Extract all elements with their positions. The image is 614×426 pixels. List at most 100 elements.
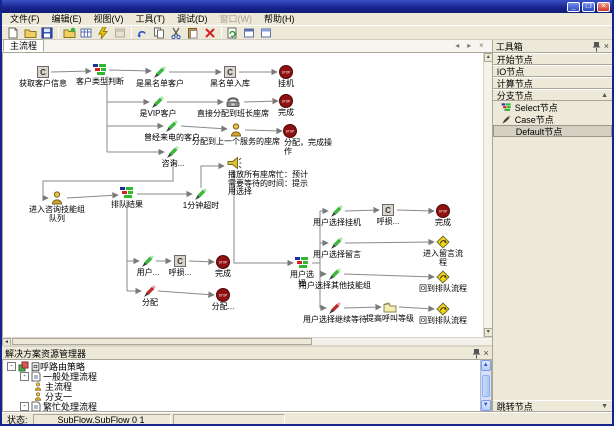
tab-main-flow[interactable]: 主流程 <box>3 39 44 52</box>
toolbar-separator <box>131 27 132 38</box>
flow-node-pencil[interactable] <box>165 144 181 160</box>
canvas-horizontal-scrollbar[interactable]: ◄ <box>2 337 492 345</box>
flow-node-pencil[interactable] <box>140 253 156 269</box>
panel-close-icon[interactable]: × <box>484 349 489 358</box>
flow-node-label: 用户选择继续等待 <box>300 316 370 325</box>
cut-icon[interactable] <box>168 26 184 39</box>
toolbox-category[interactable]: 分支节点▲ <box>493 89 612 101</box>
tree-expander-icon[interactable]: - <box>20 402 29 411</box>
scroll-down-icon[interactable]: ▼ <box>484 328 492 337</box>
menu-item[interactable]: 帮助(H) <box>258 13 301 25</box>
flow-node-pencil[interactable] <box>152 64 168 80</box>
flow-node-pencil[interactable] <box>193 186 209 202</box>
canvas-vertical-scrollbar[interactable]: ▲ ▼ <box>483 53 492 337</box>
window-1-icon[interactable] <box>241 26 257 39</box>
window-disabled-icon[interactable] <box>112 26 128 39</box>
flow-node-label: 呼损... <box>370 218 406 227</box>
toolbox-category[interactable]: IO节点 <box>493 65 612 77</box>
flow-node-pencil[interactable] <box>164 118 180 134</box>
menu-item[interactable]: 视图(V) <box>88 13 130 25</box>
copy-icon[interactable] <box>151 26 167 39</box>
menu-item[interactable]: 工具(T) <box>130 13 172 25</box>
refresh-icon[interactable] <box>224 26 240 39</box>
toolbox-item-select-[interactable]: Select节点 <box>493 101 612 113</box>
scroll-up-icon[interactable]: ▲ <box>601 92 608 99</box>
scroll-down-icon[interactable]: ▼ <box>481 400 491 411</box>
minimize-button[interactable]: _ <box>567 2 580 12</box>
flow-node-stop[interactable]: STOP <box>215 254 231 270</box>
tree-item[interactable]: -一般处理流程 <box>3 371 480 381</box>
maximize-button[interactable]: ❐ <box>582 2 595 12</box>
flow-node-pencil[interactable] <box>150 94 166 110</box>
title-bar[interactable]: _ ❐ ✕ <box>2 0 612 13</box>
save-icon[interactable] <box>39 26 55 39</box>
pin-icon[interactable] <box>472 348 481 359</box>
menu-item[interactable]: 调试(D) <box>171 13 214 25</box>
flow-node-pencil-red[interactable] <box>327 300 343 316</box>
tree-expander-icon[interactable]: - <box>7 362 16 371</box>
flow-node-stop[interactable]: STOP <box>278 64 294 80</box>
flow-node-pencil-red[interactable] <box>142 283 158 299</box>
add-flow-icon[interactable] <box>61 26 77 39</box>
flow-node-jump[interactable] <box>435 234 451 250</box>
close-button[interactable]: ✕ <box>597 2 610 12</box>
tree-vertical-scrollbar[interactable]: ▲ ▼ <box>480 360 491 411</box>
toolbox-category[interactable]: 开始节点 <box>493 53 612 65</box>
tab-scroll-left-icon[interactable]: ◂ <box>453 41 462 51</box>
flow-node-stop[interactable]: STOP <box>435 203 451 219</box>
flow-node-cbox[interactable]: C <box>222 64 238 80</box>
undo-icon[interactable] <box>134 26 150 39</box>
toolbox-title: 工具箱 <box>496 40 592 53</box>
run-icon[interactable] <box>95 26 111 39</box>
delete-icon[interactable] <box>202 26 218 39</box>
flow-node-pencil[interactable] <box>329 203 345 219</box>
flow-node-agent[interactable] <box>225 94 241 110</box>
tree-expander-icon[interactable]: - <box>20 372 29 381</box>
menu-bar: 文件(F)编辑(E)视图(V)工具(T)调试(D)窗口(W)帮助(H) <box>2 13 612 26</box>
toolbox-category-label: 跳转节点 <box>497 400 533 413</box>
grid-icon[interactable] <box>78 26 94 39</box>
menu-item[interactable]: 文件(F) <box>4 13 46 25</box>
flow-node-pencil[interactable] <box>327 266 343 282</box>
panel-close-icon[interactable]: × <box>604 42 609 51</box>
paste-icon[interactable] <box>185 26 201 39</box>
toolbox-category[interactable]: 计算节点 <box>493 77 612 89</box>
flow-node-cbox[interactable]: C <box>35 64 51 80</box>
menu-item[interactable]: 编辑(E) <box>46 13 88 25</box>
flow-node-select[interactable] <box>119 185 135 201</box>
new-icon[interactable] <box>5 26 21 39</box>
flow-node-select[interactable] <box>92 62 108 78</box>
flow-node-stop[interactable]: STOP <box>282 123 298 139</box>
flow-node-stop[interactable]: STOP <box>215 287 231 303</box>
flow-node-stop[interactable]: STOP <box>278 93 294 109</box>
flow-node-pencil[interactable] <box>329 235 345 251</box>
flow-node-jump[interactable] <box>435 269 451 285</box>
flow-node-speaker[interactable] <box>226 155 242 171</box>
flow-node-person[interactable] <box>228 122 244 138</box>
scroll-down-icon[interactable]: ▼ <box>601 403 608 410</box>
window-2-icon[interactable] <box>258 26 274 39</box>
toolbox-item-default-[interactable]: Default节点 <box>493 125 612 137</box>
tab-close-icon[interactable]: × <box>477 41 486 51</box>
tree-item[interactable]: 主流程 <box>3 381 480 391</box>
pin-icon[interactable] <box>592 41 601 52</box>
flow-node-folder[interactable] <box>382 299 398 315</box>
scroll-up-icon[interactable]: ▲ <box>481 360 491 371</box>
flow-node-cbox[interactable]: C <box>172 253 188 269</box>
svg-text:STOP: STOP <box>282 100 291 104</box>
open-icon[interactable] <box>22 26 38 39</box>
flow-node-jump[interactable] <box>435 301 451 317</box>
flow-canvas[interactable]: C获取客户信息客户类型判断是黑名单客户C黑名单入库STOP挂机是VIP客户直接分… <box>2 53 492 337</box>
scroll-up-icon[interactable]: ▲ <box>484 53 492 62</box>
flow-node-person[interactable] <box>49 190 65 206</box>
scrollbar-thumb[interactable] <box>12 338 312 345</box>
toolbox-category-jump[interactable]: 跳转节点 ▼ <box>493 400 612 412</box>
toolbox-item-case-[interactable]: Case节点 <box>493 113 612 125</box>
flow-node-cbox[interactable]: C <box>380 202 396 218</box>
flow-node-label: 直接分配到班长座席 <box>192 110 274 119</box>
flow-node-label: 播放所有座席忙：预计需要等待的时间：提示用选择 <box>228 171 310 197</box>
scrollbar-thumb[interactable] <box>482 375 490 397</box>
document-tabbar: 主流程 ◂ ▸ × <box>2 40 492 53</box>
tab-scroll-right-icon[interactable]: ▸ <box>465 41 474 51</box>
tree-item[interactable]: -繁忙处理流程 <box>3 401 480 411</box>
